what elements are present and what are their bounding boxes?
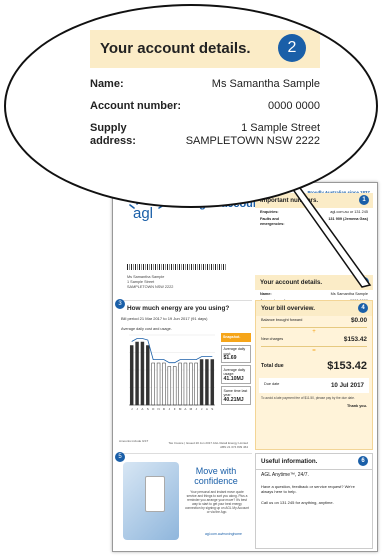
zoom-row-account: Account number: 0000 0000 <box>90 90 320 112</box>
supply-address-value: 1 Sample Street SAMPLETOWN NSW 2222 <box>186 122 320 148</box>
zoom-title: Your account details. <box>100 40 251 57</box>
supply-label-line2: address: <box>90 135 136 147</box>
screen: Your account details. 2 Name: Ms Samanth… <box>0 0 383 559</box>
zoom-header: Your account details. 2 <box>90 30 320 68</box>
section-number-badge: 2 <box>278 34 306 62</box>
zoom-row-name: Name: Ms Samantha Sample <box>90 68 320 90</box>
name-label: Name: <box>90 78 124 90</box>
zoom-account-details: Your account details. 2 Name: Ms Samanth… <box>90 30 320 148</box>
name-value: Ms Samantha Sample <box>211 78 320 90</box>
account-number-label: Account number: <box>90 100 182 112</box>
zoom-callout: Your account details. 2 Name: Ms Samanth… <box>4 4 378 208</box>
supply-address-label: Supply address: <box>90 122 136 148</box>
address-line2: SAMPLETOWN NSW 2222 <box>185 135 320 147</box>
address-line1: 1 Sample Street <box>241 122 320 134</box>
zoom-row-address: Supply address: 1 Sample Street SAMPLETO… <box>90 112 320 148</box>
supply-label-line1: Supply <box>90 122 127 134</box>
account-number-value: 0000 0000 <box>268 100 320 112</box>
